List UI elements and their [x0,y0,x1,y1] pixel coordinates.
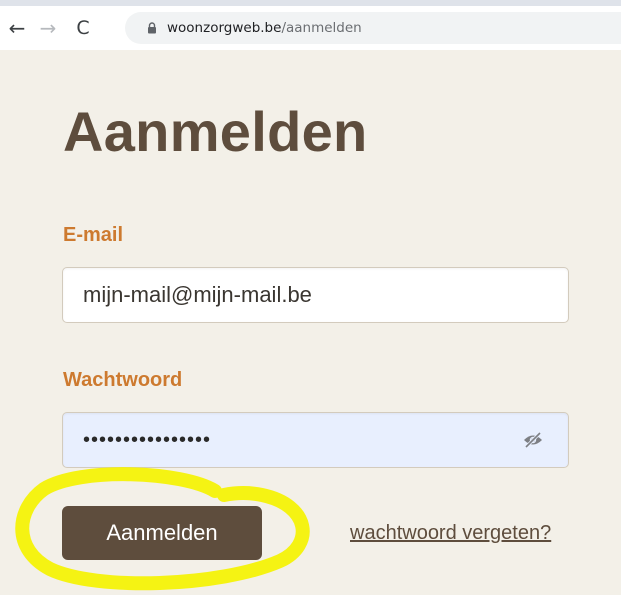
email-label: E-mail [63,224,124,246]
page-title: Aanmelden [63,100,368,163]
url-path: /aanmelden [281,20,362,36]
arrow-right-icon[interactable]: → [37,18,59,38]
arrow-left-icon[interactable]: ← [6,18,28,38]
email-field[interactable] [62,267,569,323]
eye-slash-icon[interactable] [522,429,544,451]
url-text: woonzorgweb.be/aanmelden [167,20,362,36]
password-field[interactable] [62,412,569,468]
lock-icon [148,22,156,34]
url-domain: woonzorgweb.be [167,20,282,36]
password-label: Wachtwoord [63,369,183,391]
address-bar[interactable]: woonzorgweb.be/aanmelden [125,12,621,44]
reload-icon[interactable]: C [72,18,94,38]
forgot-password-link[interactable]: wachtwoord vergeten? [350,521,551,545]
browser-toolbar: ← → C woonzorgweb.be/aanmelden [0,0,621,50]
login-button[interactable]: Aanmelden [62,506,262,560]
